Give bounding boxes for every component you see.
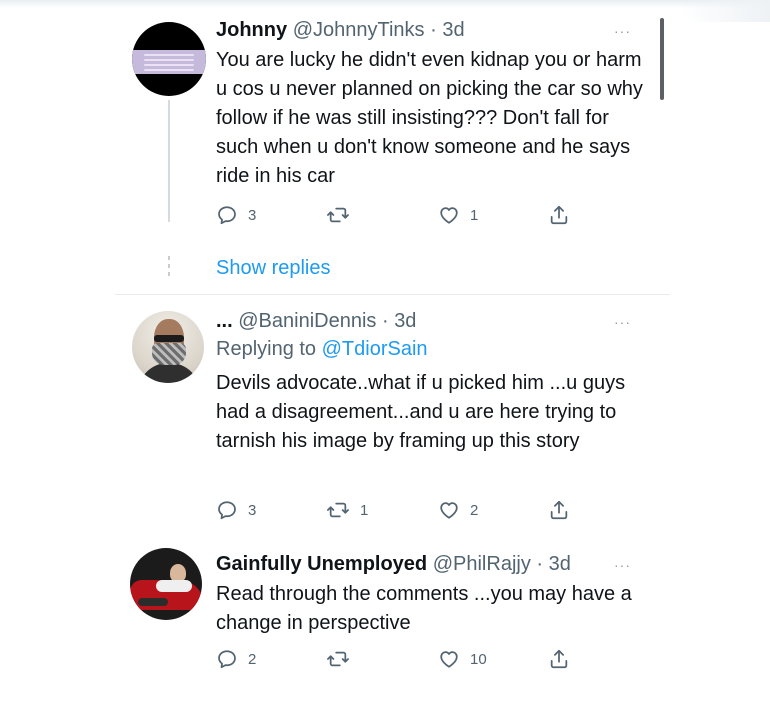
- retweet-button[interactable]: [326, 646, 360, 672]
- separator: ·: [430, 19, 437, 41]
- timestamp[interactable]: 3d: [394, 310, 416, 332]
- reply-button[interactable]: 3: [216, 202, 256, 228]
- reply-icon: [218, 501, 236, 520]
- retweet-button[interactable]: 1: [326, 497, 368, 523]
- author-name[interactable]: Gainfully Unemployed: [216, 553, 427, 575]
- more-icon[interactable]: ···: [614, 315, 631, 329]
- like-button[interactable]: 1: [438, 202, 478, 228]
- tweet-actions: 3 1 2: [216, 497, 586, 523]
- avatar[interactable]: [130, 548, 202, 620]
- retweet-icon: [327, 502, 349, 518]
- top-shadow: [0, 0, 770, 8]
- corner-fade: [680, 0, 770, 22]
- author-handle[interactable]: @PhilRajjy: [433, 553, 531, 575]
- avatar-image: [138, 363, 200, 383]
- tweet-divider: [115, 294, 670, 295]
- share-button[interactable]: [548, 497, 570, 523]
- replying-to: Replying to @TdiorSain: [216, 335, 656, 363]
- author-handle[interactable]: @BaniniDennis: [238, 310, 376, 332]
- tweet-text: Read through the comments ...you may hav…: [216, 583, 632, 634]
- reply-icon: [218, 650, 236, 669]
- like-icon: [440, 651, 458, 668]
- share-button[interactable]: [548, 646, 570, 672]
- like-icon: [440, 502, 458, 519]
- replying-to-label: Replying to: [216, 338, 317, 360]
- tweet-header: Johnny @JohnnyTinks · 3d: [216, 16, 656, 44]
- like-count: 2: [470, 501, 479, 519]
- show-replies-link[interactable]: Show replies: [216, 254, 331, 282]
- replying-to-mention[interactable]: @TdiorSain: [322, 338, 428, 360]
- thread-connector-line: [168, 100, 170, 222]
- separator: ·: [536, 553, 544, 575]
- scrollbar[interactable]: [660, 18, 664, 100]
- share-icon: [550, 500, 568, 520]
- share-icon: [550, 205, 568, 225]
- retweet-icon: [327, 207, 349, 223]
- more-icon[interactable]: ···: [614, 558, 631, 572]
- reply-button[interactable]: 3: [216, 497, 256, 523]
- share-button[interactable]: [548, 202, 570, 228]
- retweet-count: 1: [360, 501, 369, 519]
- tweet-header: Gainfully Unemployed @PhilRajjy · 3d: [216, 550, 656, 578]
- avatar[interactable]: [132, 22, 206, 96]
- like-icon: [440, 207, 458, 224]
- more-icon[interactable]: ···: [614, 24, 631, 38]
- author-handle[interactable]: @JohnnyTinks: [293, 19, 425, 41]
- thread-collapsed-dots: [164, 256, 174, 280]
- like-count: 10: [470, 650, 487, 668]
- separator: ·: [381, 310, 389, 332]
- avatar[interactable]: [132, 311, 204, 383]
- author-name[interactable]: Johnny: [216, 19, 287, 41]
- author-name[interactable]: ...: [216, 310, 233, 332]
- tweet-text: Devils advocate..what if u picked him ..…: [216, 372, 626, 452]
- tweet-actions: 2 10: [216, 646, 586, 672]
- avatar-image: [132, 50, 206, 74]
- timestamp[interactable]: 3d: [549, 553, 571, 575]
- reply-icon: [218, 206, 236, 225]
- tweet-text: You are lucky he didn't even kidnap you …: [216, 49, 643, 187]
- like-count: 1: [470, 206, 479, 224]
- timestamp[interactable]: 3d: [442, 19, 464, 41]
- tweet-actions: 3 1: [216, 202, 586, 228]
- like-button[interactable]: 2: [438, 497, 478, 523]
- retweet-button[interactable]: [326, 202, 360, 228]
- retweet-icon: [327, 651, 349, 667]
- reply-count: 3: [248, 206, 257, 224]
- reply-button[interactable]: 2: [216, 646, 256, 672]
- tweet-header: ... @BaniniDennis · 3d: [216, 307, 656, 335]
- reply-count: 2: [248, 650, 257, 668]
- reply-count: 3: [248, 501, 257, 519]
- share-icon: [550, 649, 568, 669]
- like-button[interactable]: 10: [438, 646, 487, 672]
